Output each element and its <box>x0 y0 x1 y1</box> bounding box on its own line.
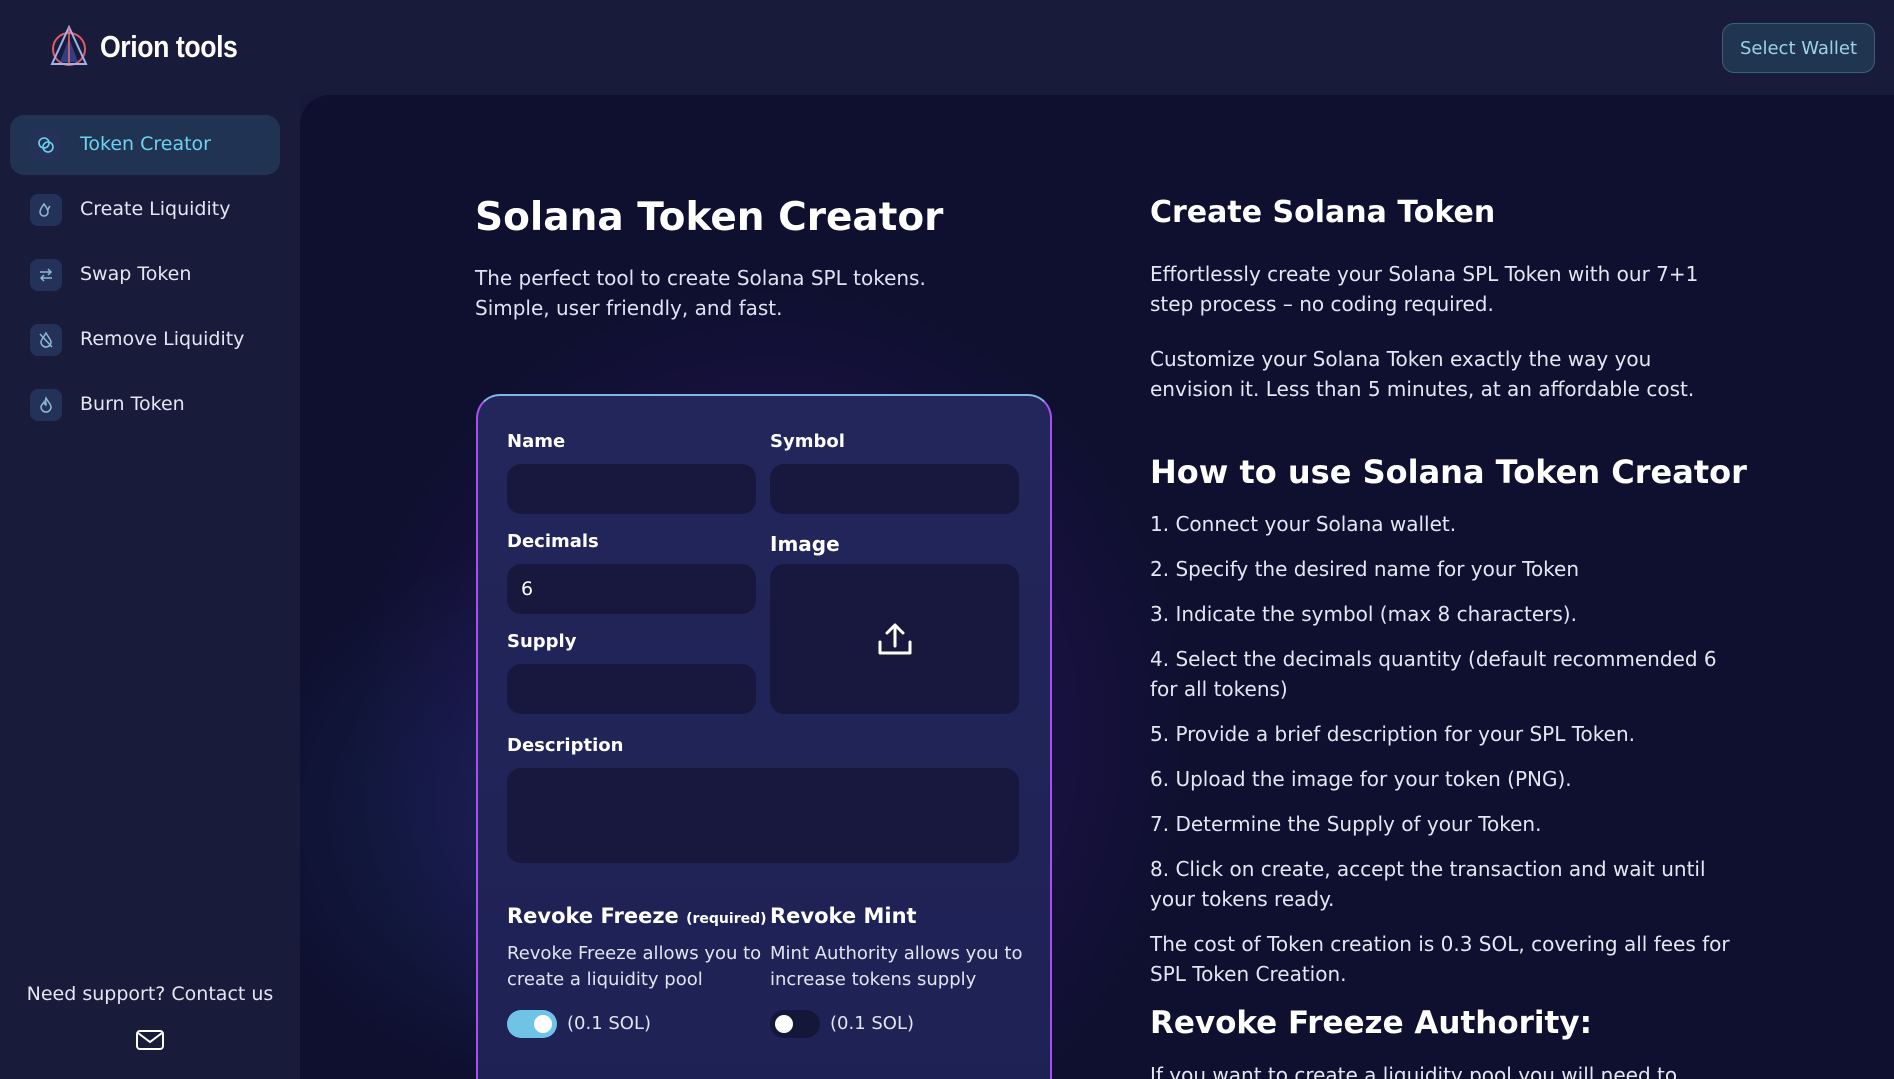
revoke-freeze-cost: (0.1 SOL) <box>567 1013 652 1034</box>
upload-icon <box>878 623 911 655</box>
toggle-knob <box>775 1015 793 1033</box>
revoke-mint-toggle[interactable] <box>770 1010 820 1038</box>
step-8: 8. Click on create, accept the transacti… <box>1150 857 1706 911</box>
drops-icon <box>30 194 62 226</box>
coins-icon <box>30 129 62 161</box>
revoke-mint-desc: Mint Authority allows you to increase to… <box>770 943 1023 990</box>
howto-heading: How to use Solana Token Creator <box>1150 453 1747 491</box>
sidebar-item-swap-token[interactable]: Swap Token <box>10 245 280 305</box>
step-1: 1. Connect your Solana wallet. <box>1150 512 1457 536</box>
drop-slash-icon <box>30 324 62 356</box>
step-5: 5. Provide a brief description for your … <box>1150 722 1635 746</box>
create-paragraph-2: Customize your Solana Token exactly the … <box>1150 347 1695 401</box>
step-4: 4. Select the decimals quantity (default… <box>1150 647 1717 701</box>
cost-text: The cost of Token creation is 0.3 SOL, c… <box>1150 932 1730 986</box>
main-panel: Solana Token Creator The perfect tool to… <box>300 95 1894 1079</box>
revoke-freeze-desc: Revoke Freeze allows you to create a liq… <box>507 943 762 990</box>
step-2: 2. Specify the desired name for your Tok… <box>1150 557 1580 581</box>
toggle-knob <box>534 1015 552 1033</box>
orion-triangle-logo-icon <box>50 24 88 66</box>
symbol-input[interactable] <box>770 464 1019 514</box>
symbol-label: Symbol <box>770 431 845 452</box>
select-wallet-button[interactable]: Select Wallet <box>1722 23 1875 73</box>
intro-line-2: Simple, user friendly, and fast. <box>475 296 783 320</box>
decimals-label: Decimals <box>507 531 599 552</box>
sidebar-item-burn-token[interactable]: Burn Token <box>10 375 280 435</box>
logo[interactable]: Orion tools <box>46 24 260 70</box>
sidebar-item-label: Create Liquidity <box>80 198 231 220</box>
revoke-freeze-toggle[interactable] <box>507 1010 557 1038</box>
required-tag: (required) <box>686 911 767 927</box>
name-input[interactable] <box>507 464 756 514</box>
image-upload[interactable] <box>770 564 1019 714</box>
token-form-card: Name Symbol Decimals Image Supply Descri… <box>476 394 1052 1079</box>
sidebar-item-label: Remove Liquidity <box>80 328 245 350</box>
top-bar: Orion tools Select Wallet <box>0 0 1894 95</box>
freeze-authority-heading: Revoke Freeze Authority: <box>1150 1005 1592 1041</box>
supply-label: Supply <box>507 631 577 652</box>
step-3: 3. Indicate the symbol (max 8 characters… <box>1150 602 1577 626</box>
page-title: Solana Token Creator <box>475 195 944 240</box>
decimals-input[interactable] <box>507 564 756 614</box>
description-label: Description <box>507 735 624 756</box>
revoke-freeze-title: Revoke Freeze (required) <box>507 904 767 928</box>
support-text[interactable]: Need support? Contact us <box>0 983 300 1005</box>
swap-arrows-icon <box>30 259 62 291</box>
sidebar-item-label: Swap Token <box>80 263 192 285</box>
revoke-mint-title: Revoke Mint <box>770 904 917 928</box>
revoke-mint-cost: (0.1 SOL) <box>830 1013 915 1034</box>
name-label: Name <box>507 431 566 452</box>
step-6: 6. Upload the image for your token (PNG)… <box>1150 767 1572 791</box>
sidebar: Token Creator Create Liquidity Swap Toke… <box>0 95 300 1079</box>
create-token-heading: Create Solana Token <box>1150 195 1496 230</box>
step-7: 7. Determine the Supply of your Token. <box>1150 812 1542 836</box>
sidebar-item-remove-liquidity[interactable]: Remove Liquidity <box>10 310 280 370</box>
create-paragraph-1: Effortlessly create your Solana SPL Toke… <box>1150 262 1699 316</box>
supply-input[interactable] <box>507 664 756 714</box>
description-input[interactable] <box>507 768 1019 863</box>
image-label: Image <box>770 532 840 556</box>
sidebar-item-token-creator[interactable]: Token Creator <box>10 115 280 175</box>
intro-line-1: The perfect tool to create Solana SPL to… <box>475 266 926 290</box>
revoke-freeze-title-text: Revoke Freeze <box>507 904 679 928</box>
mail-icon[interactable] <box>135 1028 165 1052</box>
flame-icon <box>30 389 62 421</box>
freeze-authority-text: If you want to create a liquidity pool y… <box>1150 1063 1678 1079</box>
sidebar-item-create-liquidity[interactable]: Create Liquidity <box>10 180 280 240</box>
sidebar-item-label: Burn Token <box>80 393 185 415</box>
intro-text: The perfect tool to create Solana SPL to… <box>475 263 995 323</box>
app-name: Orion tools <box>100 29 238 64</box>
sidebar-item-label: Token Creator <box>80 133 211 155</box>
